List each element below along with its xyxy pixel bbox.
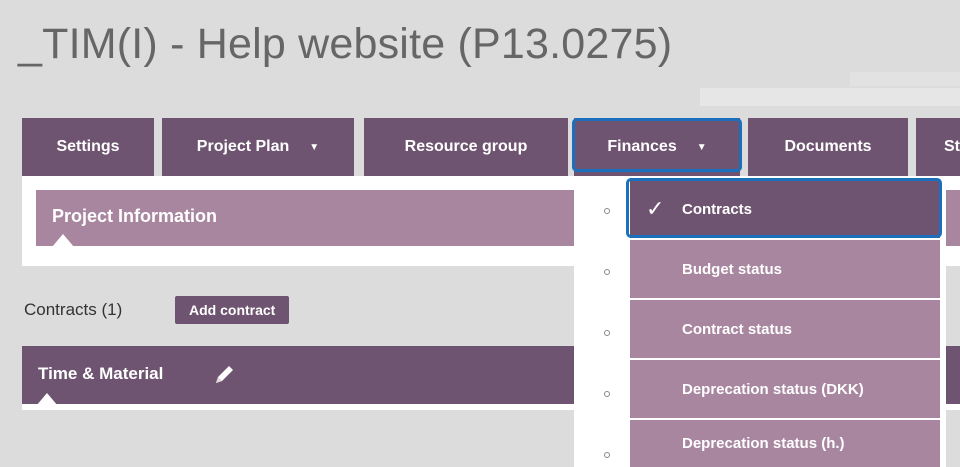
background-shade xyxy=(700,88,960,106)
menu-item-label: Contract status xyxy=(682,320,793,338)
bullet-icon xyxy=(604,208,610,214)
menu-item-label: Deprecation status (h.) xyxy=(682,435,845,452)
bullet-icon xyxy=(604,269,610,275)
menu-item-deprecation-status-h[interactable]: Deprecation status (h.) xyxy=(630,420,940,467)
contract-name: Time & Material xyxy=(38,364,164,383)
tab-label: Settings xyxy=(56,138,120,155)
menu-item-label: Budget status xyxy=(682,260,783,278)
finances-tab-highlight xyxy=(572,118,742,172)
contracts-item-highlight xyxy=(626,178,942,238)
bullet-icon xyxy=(604,452,610,458)
bullet-icon xyxy=(604,330,610,336)
background-shade xyxy=(850,72,960,86)
tab-label: St xyxy=(944,138,960,155)
contracts-heading: Contracts (1) xyxy=(24,300,123,319)
tab-label: Project Plan xyxy=(196,138,290,155)
menu-item-budget-status[interactable]: Budget status xyxy=(630,240,940,298)
tab-label: Resource group xyxy=(404,138,528,155)
bullet-icon xyxy=(604,391,610,397)
tab-documents[interactable]: Documents xyxy=(748,118,908,176)
tab-status[interactable]: St xyxy=(916,118,960,176)
chevron-down-icon: ▼ xyxy=(309,141,320,153)
pointer-arrow xyxy=(52,234,74,247)
tab-resource-group[interactable]: Resource group xyxy=(364,118,568,176)
menu-item-label: Deprecation status (DKK) xyxy=(682,380,864,398)
project-information-label: Project Information xyxy=(52,206,218,226)
tab-settings[interactable]: Settings xyxy=(22,118,154,176)
add-contract-label: Add contract xyxy=(189,302,276,318)
tab-label: Documents xyxy=(784,138,872,155)
menu-item-contract-status[interactable]: Contract status xyxy=(630,300,940,358)
pencil-icon[interactable] xyxy=(212,363,236,387)
add-contract-button[interactable]: Add contract xyxy=(175,296,290,324)
page-title: _TIM(I) - Help website (P13.0275) xyxy=(18,20,673,68)
tab-project-plan[interactable]: Project Plan ▼ xyxy=(162,118,354,176)
menu-item-deprecation-status-dkk[interactable]: Deprecation status (DKK) xyxy=(630,360,940,418)
